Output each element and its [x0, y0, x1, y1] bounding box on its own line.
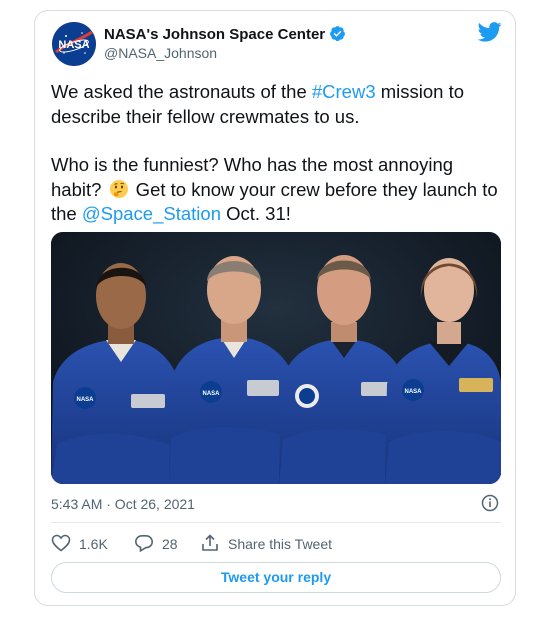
tweet-text-segment: Oct. 31! — [220, 203, 291, 224]
author-name[interactable]: NASA's Johnson Space Center — [104, 26, 325, 43]
suit-patch-text: NASA — [404, 389, 422, 395]
tweet-text: We asked the astronauts of the #Crew3 mi… — [51, 80, 501, 227]
verified-badge-icon — [329, 25, 346, 46]
info-icon[interactable] — [481, 494, 499, 517]
tweet-timestamp[interactable]: 5:43 AM · Oct 26, 2021 — [51, 496, 195, 512]
like-action[interactable]: 1.6K — [51, 534, 108, 554]
suit-patch-text: NASA — [202, 391, 220, 397]
heart-icon — [51, 534, 79, 555]
like-count: 1.6K — [79, 536, 108, 552]
divider — [51, 522, 501, 523]
share-action[interactable]: Share this Tweet — [200, 533, 333, 555]
share-label: Share this Tweet — [228, 536, 333, 552]
suit-patch-text: NASA — [76, 397, 94, 403]
tweet-paragraph-1: We asked the astronauts of the #Crew3 mi… — [51, 80, 501, 129]
twitter-bird-icon[interactable] — [477, 22, 502, 47]
mention-link[interactable]: @Space_Station — [82, 203, 221, 224]
reply-bubble-icon — [134, 534, 162, 555]
avatar-text: NASA — [58, 39, 89, 51]
author-handle[interactable]: @NASA_Johnson — [104, 45, 217, 61]
reply-action[interactable]: 28 — [134, 534, 178, 554]
share-icon — [200, 533, 228, 555]
thinking-face-emoji — [109, 179, 129, 199]
crew-photo[interactable]: NASA NASA NASA — [51, 232, 501, 484]
author-name-row[interactable]: NASA's Johnson Space Center — [104, 25, 346, 46]
tweet-your-reply-button[interactable]: Tweet your reply — [51, 562, 501, 593]
tweet-paragraph-2: Who is the funniest? Who has the most an… — [51, 153, 501, 227]
tweet-text-segment: We asked the astronauts of the — [51, 81, 312, 102]
reply-count: 28 — [162, 536, 178, 552]
hashtag-link[interactable]: #Crew3 — [312, 81, 376, 102]
avatar[interactable]: NASA — [52, 22, 96, 66]
